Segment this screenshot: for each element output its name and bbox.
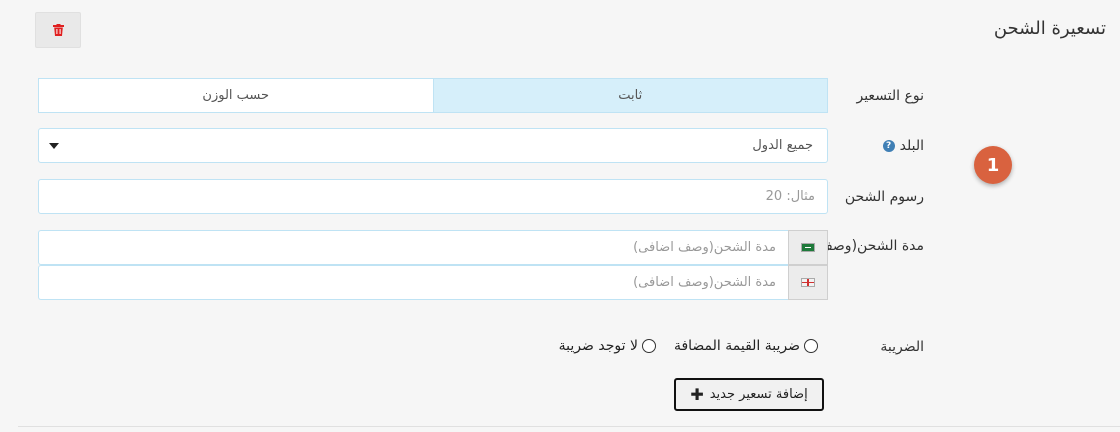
shipping-duration-input-ar[interactable]: مدة الشحن(وصف اضافى) bbox=[38, 230, 788, 265]
gb-flag-icon bbox=[801, 278, 815, 287]
country-select-value: جميع الدول bbox=[752, 138, 813, 153]
shipping-duration-ar: مدة الشحن(وصف اضافى) bbox=[38, 230, 828, 265]
country-label-text: البلد bbox=[899, 138, 924, 154]
caret-down-icon bbox=[49, 143, 59, 149]
add-pricing-button[interactable]: إضافة تسعير جديد ✚ bbox=[674, 378, 824, 411]
section-title: تسعيرة الشحن bbox=[993, 18, 1106, 39]
tax-vat-radio[interactable]: ضريبة القيمة المضافة bbox=[674, 338, 818, 354]
divider bbox=[18, 426, 1120, 427]
delete-button[interactable] bbox=[35, 12, 81, 48]
tax-none-label: لا توجد ضريبة bbox=[558, 338, 638, 354]
shipping-duration-placeholder: مدة الشحن(وصف اضافى) bbox=[633, 275, 776, 290]
step-badge: 1 bbox=[974, 146, 1012, 184]
question-circle-icon[interactable]: ? bbox=[882, 140, 895, 152]
shipping-duration-en: مدة الشحن(وصف اضافى) bbox=[38, 265, 828, 300]
sa-flag-icon bbox=[801, 243, 815, 252]
flag-addon bbox=[788, 230, 828, 265]
shipping-duration-input-en[interactable]: مدة الشحن(وصف اضافى) bbox=[38, 265, 788, 300]
shipping-duration-placeholder: مدة الشحن(وصف اضافى) bbox=[633, 240, 776, 255]
add-pricing-label: إضافة تسعير جديد bbox=[709, 387, 808, 402]
tax-none-radio[interactable]: لا توجد ضريبة bbox=[559, 338, 656, 354]
pricing-type-by-weight[interactable]: حسب الوزن bbox=[39, 79, 434, 112]
shipping-fee-input[interactable]: مثال: 20 bbox=[38, 179, 828, 214]
radio-circle bbox=[804, 339, 818, 353]
country-select[interactable]: جميع الدول bbox=[38, 128, 828, 163]
shipping-fee-placeholder: مثال: 20 bbox=[765, 189, 815, 204]
pricing-type-fixed[interactable]: ثابت bbox=[433, 79, 827, 112]
tax-vat-label: ضريبة القيمة المضافة bbox=[673, 338, 800, 354]
plus-icon: ✚ bbox=[690, 385, 704, 404]
radio-circle bbox=[641, 339, 656, 353]
tax-radio-group: ضريبة القيمة المضافة لا توجد ضريبة bbox=[541, 338, 818, 354]
shipping-pricing-panel: تسعيرة الشحن نوع التسعير ثابت حسب الوزن … bbox=[0, 0, 1120, 432]
trash-icon bbox=[52, 24, 64, 36]
pricing-type-toggle: ثابت حسب الوزن bbox=[38, 78, 828, 113]
flag-addon bbox=[788, 265, 828, 300]
